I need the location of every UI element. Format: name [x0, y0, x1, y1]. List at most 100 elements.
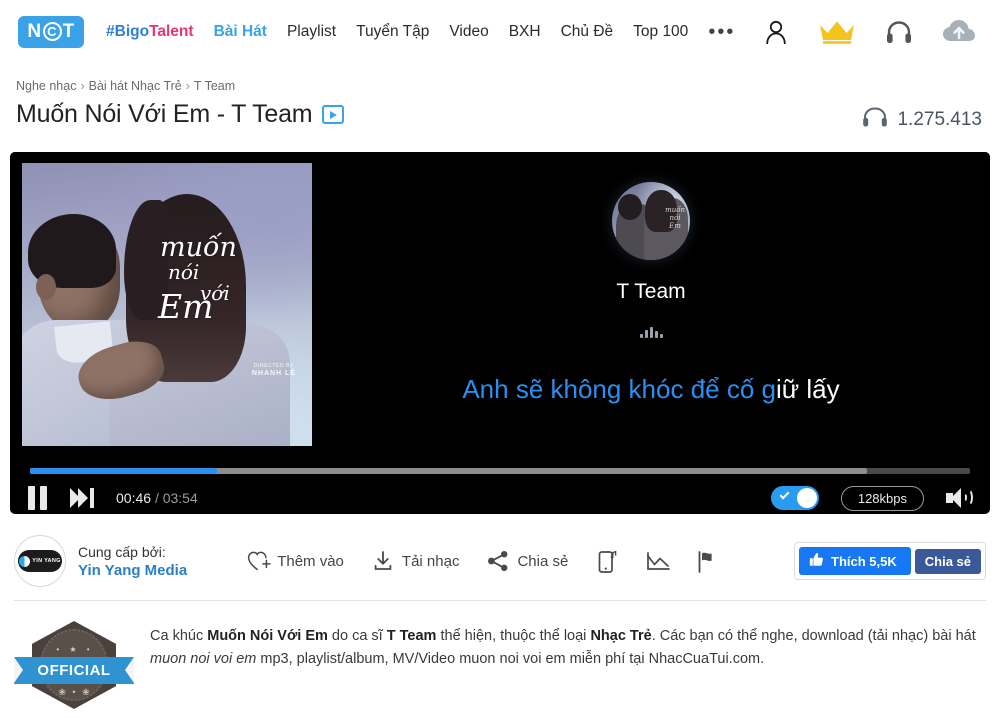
crown-icon[interactable]: [818, 19, 856, 45]
mobile-ringtone-icon: [596, 550, 618, 573]
nav-item-tuyen-tap[interactable]: Tuyển Tập: [356, 23, 429, 41]
provider-logo: YIN YANG: [14, 535, 66, 587]
next-track-button[interactable]: [70, 488, 96, 508]
desc-seg-4: . Các bạn có thể nghe, download (tải nhạ…: [651, 628, 976, 644]
breadcrumb-sep-0: ›: [80, 79, 85, 93]
provider-text: Cung cấp bởi: Yin Yang Media: [78, 543, 187, 580]
desc-seg-1: Ca khúc: [150, 628, 208, 644]
listen-count-value: 1.275.413: [897, 109, 982, 130]
time-separator: /: [154, 490, 159, 506]
lyric-sung: Anh sẽ không khóc để cố g: [462, 374, 776, 404]
player-controls-right: 128kbps: [770, 485, 973, 511]
share-button[interactable]: Chia sẻ: [487, 550, 568, 572]
desc-seg-3: thể hiện, thuộc thể loại: [436, 628, 591, 644]
player-controls: 00:46 / 03:54 128kbps: [10, 482, 990, 514]
lyric-line: Anh sẽ không khóc để cố giữ lấy: [312, 374, 990, 405]
desc-genre: Nhạc Trẻ: [590, 628, 652, 644]
nav-item-chu-de[interactable]: Chủ Đề: [561, 23, 614, 41]
artwork-credit-label: DIRECTED BY: [253, 363, 295, 369]
headphone-icon-small: [862, 106, 888, 134]
facebook-share-button[interactable]: Chia sẻ: [914, 548, 981, 574]
video-stage[interactable]: muốn nói với Em DIRECTED BY NHANH LÊ muố…: [10, 152, 990, 464]
artwork-script-line-2: nói: [168, 260, 200, 284]
facebook-widget: Thích 5,5K Chia sẻ: [794, 542, 986, 580]
official-badge-bottom: ❀ • ❀: [58, 687, 92, 697]
header-icon-group: [764, 19, 976, 45]
add-to-playlist-button[interactable]: Thêm vào: [247, 550, 344, 572]
desc-song-name: Muốn Nói Với Em: [207, 628, 328, 644]
desc-artist-name: T Team: [386, 628, 437, 644]
action-row: YIN YANG Cung cấp bởi: Yin Yang Media Th…: [14, 530, 986, 592]
lyric-unsung: iữ lấy: [776, 374, 840, 404]
official-badge: • ★ • OFFICIAL ❀ • ❀: [14, 615, 134, 715]
download-button[interactable]: Tải nhạc: [372, 550, 460, 572]
breadcrumb-item-2[interactable]: T Team: [194, 79, 235, 93]
title-row: Muốn Nói Với Em - T Team: [16, 100, 345, 129]
thumbs-up-icon: [809, 552, 824, 570]
headphone-icon[interactable]: [886, 20, 912, 44]
breadcrumb-item-0[interactable]: Nghe nhạc: [16, 79, 76, 93]
main-nav: #BigoTalent Bài Hát Playlist Tuyển Tập V…: [106, 22, 746, 42]
site-header: NCT #BigoTalent Bài Hát Playlist Tuyển T…: [0, 0, 1000, 63]
current-time: 00:46: [116, 490, 152, 506]
logo-letter-c: C: [42, 22, 62, 41]
logo-letter-n: N: [27, 20, 42, 42]
provider-block: YIN YANG Cung cấp bởi: Yin Yang Media: [14, 535, 187, 587]
nct-logo[interactable]: NCT: [18, 15, 84, 48]
logo-letter-t: T: [62, 20, 75, 42]
pause-button[interactable]: [28, 486, 48, 510]
flag-report-icon: [696, 550, 718, 573]
total-time: 03:54: [162, 490, 198, 506]
breadcrumb-sep-1: ›: [185, 79, 190, 93]
nav-item-bxh[interactable]: BXH: [509, 23, 541, 41]
ringtone-button[interactable]: [596, 550, 618, 573]
download-icon: [372, 550, 394, 572]
provider-logo-text: YIN YANG: [32, 558, 61, 564]
share-label: Chia sẻ: [517, 552, 569, 570]
action-buttons: Thêm vào Tải nhạc Chia sẻ: [247, 550, 718, 573]
desc-italic-keywords: muon noi voi em: [150, 651, 257, 667]
desc-seg-2: do ca sĩ: [327, 628, 387, 644]
provider-caption: Cung cấp bởi:: [78, 543, 166, 560]
download-label: Tải nhạc: [401, 552, 460, 570]
page-root: NCT #BigoTalent Bài Hát Playlist Tuyển T…: [0, 0, 1000, 723]
upload-cloud-icon[interactable]: [942, 19, 976, 45]
nav-item-bai-hat[interactable]: Bài Hát: [214, 23, 267, 41]
volume-icon[interactable]: [946, 487, 973, 509]
artwork-script-line-4: Em: [158, 287, 214, 326]
album-artwork: muốn nói với Em DIRECTED BY NHANH LÊ: [22, 163, 312, 446]
artwork-title-script: muốn nói với Em: [152, 232, 302, 326]
breadcrumb: Nghe nhạc › Bài hát Nhạc Trẻ › T Team: [16, 79, 235, 93]
bitrate-button[interactable]: 128kbps: [840, 485, 924, 511]
facebook-like-button[interactable]: Thích 5,5K: [799, 547, 911, 575]
progress-bar[interactable]: [30, 468, 970, 474]
description-text: Ca khúc Muốn Nói Với Em do ca sĩ T Team …: [150, 615, 985, 671]
progress-played: [30, 468, 218, 474]
player-info-pane: muốn nói Em T Team Anh sẽ không khóc để cố…: [312, 152, 990, 464]
breadcrumb-item-1[interactable]: Bài hát Nhạc Trẻ: [89, 79, 182, 93]
user-icon[interactable]: [764, 19, 788, 45]
share-icon: [487, 550, 509, 572]
heart-plus-icon: [247, 550, 271, 572]
nav-more-button[interactable]: •••: [708, 22, 735, 42]
artwork-script-line-1: muốn: [160, 232, 237, 263]
nav-item-bigotalent[interactable]: #BigoTalent: [106, 23, 194, 41]
equalizer-icon: [638, 326, 664, 338]
facebook-like-label: Thích 5,5K: [831, 553, 897, 569]
nav-item-playlist[interactable]: Playlist: [287, 23, 336, 41]
artwork-credit-name: NHANH LÊ: [251, 370, 296, 377]
desc-seg-5: mp3, playlist/album, MV/Video muon noi v…: [256, 651, 765, 667]
lyrics-toggle[interactable]: [770, 486, 819, 510]
official-badge-stars: • ★ •: [56, 645, 94, 654]
video-player[interactable]: muốn nói với Em DIRECTED BY NHANH LÊ muố…: [10, 152, 990, 514]
official-badge-label: OFFICIAL: [14, 657, 134, 684]
video-badge-icon[interactable]: [322, 105, 345, 124]
provider-name[interactable]: Yin Yang Media: [78, 561, 187, 580]
artist-avatar: muốn nói Em: [612, 182, 690, 260]
artwork-credit: DIRECTED BY NHANH LÊ: [252, 363, 296, 378]
statistics-button[interactable]: [646, 550, 671, 572]
description-row: • ★ • OFFICIAL ❀ • ❀ Ca khúc Muốn Nói Vớ…: [14, 615, 986, 715]
nav-item-video[interactable]: Video: [449, 23, 488, 41]
nav-item-top-100[interactable]: Top 100: [633, 23, 688, 41]
report-button[interactable]: [696, 550, 718, 573]
